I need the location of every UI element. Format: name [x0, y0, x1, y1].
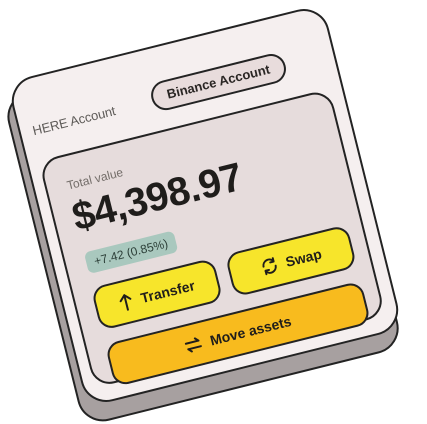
- wallet-widget: HERE Account Binance Account Total value…: [1, 3, 405, 424]
- arrow-up-icon: [117, 291, 135, 312]
- stage: HERE Account Binance Account Total value…: [0, 0, 427, 424]
- change-badge: +7.42 (0.85%): [83, 230, 179, 275]
- swap-refresh-icon: [258, 255, 280, 277]
- transfer-label: Transfer: [138, 277, 197, 307]
- total-value-amount: $4,398.97: [67, 154, 247, 240]
- tab-here-account[interactable]: HERE Account: [31, 103, 117, 138]
- swap-label: Swap: [283, 245, 324, 270]
- balance-panel: Total value $4,398.97 +7.42 (0.85%) Tran…: [38, 88, 386, 389]
- move-assets-label: Move assets: [208, 312, 293, 349]
- exchange-icon: [183, 336, 204, 354]
